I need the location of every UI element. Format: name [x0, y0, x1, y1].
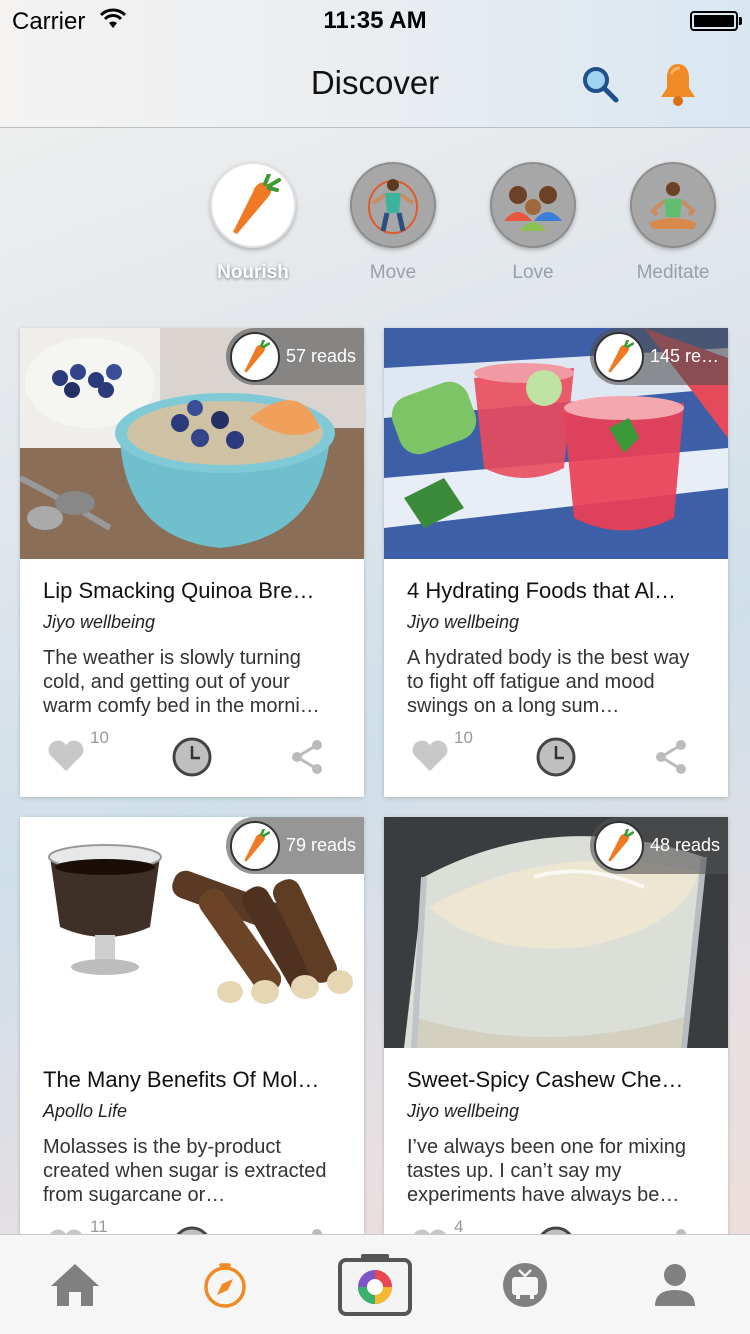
category-label: Love: [512, 262, 554, 283]
tab-tv[interactable]: [450, 1235, 600, 1334]
clock-icon[interactable]: [171, 1225, 213, 1234]
search-icon[interactable]: [580, 64, 620, 109]
family-icon: [504, 186, 562, 231]
clock-icon[interactable]: [535, 1225, 577, 1234]
reads-count: 48 reads: [650, 835, 721, 855]
carrot-icon: [594, 332, 644, 382]
reads-badge: 57 reads: [226, 328, 364, 385]
bell-icon[interactable]: [658, 60, 698, 113]
page-title: Discover: [310, 64, 440, 101]
home-icon: [51, 1264, 99, 1306]
article-title[interactable]: Lip Smacking Quinoa Bre…: [43, 578, 343, 604]
meditation-icon: [649, 182, 697, 229]
tab-profile[interactable]: [600, 1235, 750, 1334]
carrot-icon: [233, 174, 281, 234]
clock-icon[interactable]: [535, 736, 577, 783]
category-label: Move: [369, 262, 417, 283]
reads-count: 57 reads: [286, 346, 357, 366]
like-count: 4: [454, 1217, 464, 1234]
profile-icon: [655, 1264, 695, 1306]
tv-icon: [503, 1263, 547, 1307]
category-move[interactable]: Move: [350, 162, 436, 283]
category-label: Nourish: [217, 262, 289, 283]
article-description: Molasses is the by-product created when …: [43, 1136, 327, 1206]
clock-icon[interactable]: [171, 736, 213, 783]
battery-icon: [690, 11, 742, 31]
status-time: 11:35 AM: [323, 7, 427, 34]
article-author: Jiyo wellbeing: [407, 1101, 520, 1121]
carrot-icon: [230, 332, 280, 382]
camera-icon: [338, 1254, 412, 1316]
category-nourish[interactable]: Nourish: [210, 162, 296, 283]
reads-badge: 145 re…: [590, 328, 728, 385]
like-count: 10: [90, 728, 109, 747]
carrot-icon: [230, 821, 280, 871]
article-card[interactable]: 57 reads Lip Smacking Quinoa Bre… Jiyo w…: [20, 328, 364, 797]
reads-badge: 48 reads: [590, 817, 728, 874]
category-label: Meditate: [636, 262, 710, 283]
compass-icon: [204, 1263, 246, 1308]
heart-icon[interactable]: [47, 740, 85, 777]
article-description: A hydrated body is the best way to fight…: [407, 647, 690, 717]
like-count: 11: [90, 1217, 108, 1234]
reads-count: 79 reads: [286, 835, 357, 855]
article-author: Jiyo wellbeing: [43, 612, 156, 632]
article-card[interactable]: 145 re… 4 Hydrating Foods that Al… Jiyo …: [384, 328, 728, 797]
article-author: Apollo Life: [43, 1101, 128, 1121]
share-icon[interactable]: [290, 738, 324, 781]
carrot-icon: [594, 821, 644, 871]
like-count: 10: [454, 728, 473, 747]
tab-discover[interactable]: [150, 1235, 300, 1334]
article-title[interactable]: Sweet-Spicy Cashew Che…: [407, 1067, 707, 1093]
tab-bar: [0, 1234, 750, 1334]
jump-rope-icon: [368, 179, 418, 234]
article-card[interactable]: 79 reads The Many Benefits Of Mol… Apoll…: [20, 817, 364, 1234]
category-meditate[interactable]: Meditate: [630, 162, 716, 283]
article-description: The weather is slowly turning cold, and …: [43, 647, 320, 717]
share-icon[interactable]: [290, 1227, 324, 1234]
article-title[interactable]: The Many Benefits Of Mol…: [43, 1067, 343, 1093]
article-author: Jiyo wellbeing: [407, 612, 520, 632]
tab-home[interactable]: [0, 1235, 150, 1334]
share-icon[interactable]: [654, 738, 688, 781]
category-love[interactable]: Love: [490, 162, 576, 283]
reads-count: 145 re…: [650, 346, 720, 366]
heart-icon[interactable]: [411, 740, 449, 777]
reads-badge: 79 reads: [226, 817, 364, 874]
article-card[interactable]: 48 reads Sweet-Spicy Cashew Che… Jiyo we…: [384, 817, 728, 1234]
article-title[interactable]: 4 Hydrating Foods that Al…: [407, 578, 707, 604]
share-icon[interactable]: [654, 1227, 688, 1234]
article-description: I’ve always been one for mixing tastes u…: [407, 1136, 687, 1206]
tab-camera[interactable]: [300, 1235, 450, 1334]
status-bar: Carrier 11:35 AM: [0, 0, 750, 40]
